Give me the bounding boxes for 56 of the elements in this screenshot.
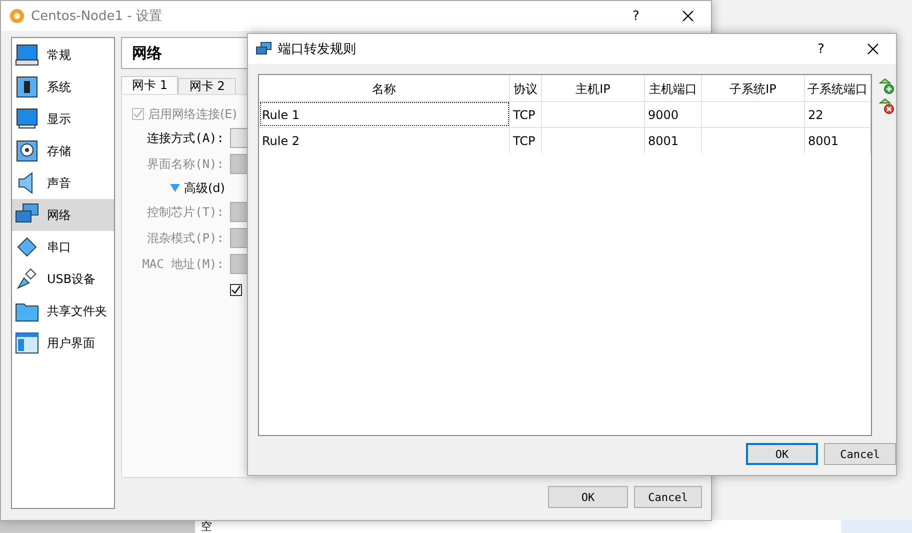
dialog-title: 端口转发规则	[278, 41, 357, 58]
tab[interactable]: 网卡 2	[178, 78, 236, 94]
table-cell: TCP	[510, 101, 542, 127]
dialog-button[interactable]: Cancel	[634, 486, 702, 508]
table-cell: Rule 1	[259, 101, 510, 127]
triangle-icon[interactable]	[170, 184, 180, 192]
column-header[interactable]: 名称	[259, 75, 510, 103]
table-cell: 9000	[645, 101, 702, 127]
column-header[interactable]: 主机IP	[542, 75, 645, 103]
help-button[interactable]: ?	[798, 42, 844, 56]
table-cell: 22	[805, 101, 871, 127]
close-icon[interactable]	[867, 43, 879, 55]
field-label: 控制芯片(T):	[146, 204, 224, 220]
usb-plug-icon	[15, 267, 39, 291]
table-cell: 8001	[805, 127, 871, 153]
sidebar-item[interactable]: 系统	[12, 71, 114, 103]
checkbox-label: 启用网络连接(E)	[148, 106, 237, 122]
gear-icon	[9, 8, 25, 24]
desktop-text: 空	[201, 520, 212, 533]
window-icon	[15, 331, 39, 355]
sidebar-item[interactable]: 声音	[12, 167, 114, 199]
help-button[interactable]: ?	[613, 8, 659, 24]
add-icon[interactable]	[878, 78, 894, 94]
column-header[interactable]: 主机端口	[645, 75, 702, 103]
sidebar-item[interactable]: USB设备	[12, 263, 114, 295]
sidebar-item[interactable]: 共享文件夹	[12, 295, 114, 327]
sidebar-item[interactable]: 存储	[12, 135, 114, 167]
field-label: 连接方式(A):	[146, 130, 224, 146]
sidebar-item[interactable]: 用户界面	[12, 327, 114, 359]
sidebar-item[interactable]: 串口	[12, 231, 114, 263]
network-icon	[256, 42, 272, 56]
window-title: Centos-Node1 - 设置	[31, 8, 163, 25]
connector-icon	[15, 235, 39, 259]
monitor-icon	[15, 107, 39, 131]
tab[interactable]: 网卡 1	[121, 76, 178, 94]
chip-icon	[15, 75, 39, 99]
dialog-button[interactable]: OK	[548, 486, 628, 508]
field-label: MAC 地址(M):	[141, 256, 224, 272]
field-label: 混杂模式(P):	[146, 230, 224, 246]
column-header[interactable]: 协议	[510, 75, 542, 103]
dialog-button[interactable]: OK	[746, 443, 818, 465]
table-cell: Rule 2	[259, 127, 510, 153]
expander-label[interactable]: 高级(d)	[184, 180, 225, 196]
monitor-icon	[15, 43, 39, 67]
field-label: 界面名称(N):	[146, 156, 224, 172]
sidebar-item[interactable]: 网络	[12, 199, 114, 231]
sidebar-item[interactable]: 常规	[12, 39, 114, 71]
column-header[interactable]: 子系统端口	[805, 75, 871, 103]
table-cell: 8001	[645, 127, 702, 153]
table-cell: TCP	[510, 127, 542, 153]
sidebar-item[interactable]: 显示	[12, 103, 114, 135]
dialog-button[interactable]: Cancel	[824, 443, 896, 465]
close-icon[interactable]	[682, 10, 694, 22]
remove-icon[interactable]	[878, 98, 894, 114]
checkbox[interactable]	[230, 284, 242, 296]
column-header[interactable]: 子系统IP	[702, 75, 805, 103]
